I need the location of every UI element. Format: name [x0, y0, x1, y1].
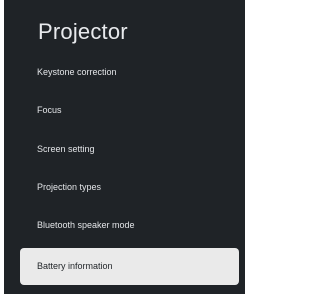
menu-item-focus[interactable]: Focus [20, 92, 239, 128]
settings-panel: Projector Keystone correction Focus Scre… [4, 0, 245, 294]
menu-item-screen-setting[interactable]: Screen setting [20, 131, 239, 167]
page-title: Projector [38, 19, 128, 44]
menu-item-keystone-correction[interactable]: Keystone correction [20, 54, 239, 90]
menu-item-battery-information[interactable]: Battery information [20, 248, 239, 285]
menu-item-projection-types[interactable]: Projection types [20, 169, 239, 205]
menu-item-bluetooth-speaker-mode[interactable]: Bluetooth speaker mode [20, 207, 239, 243]
